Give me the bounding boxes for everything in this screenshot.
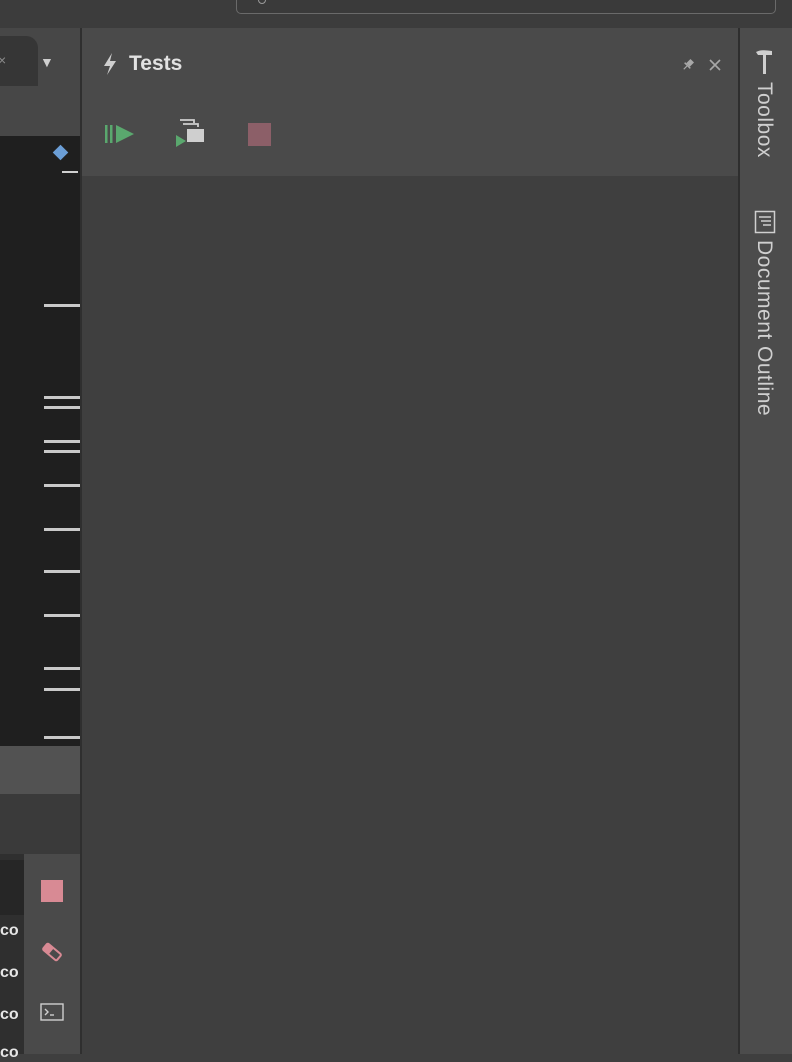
console-line: co	[0, 1006, 19, 1023]
terminal-icon[interactable]	[40, 1003, 64, 1021]
console-line: co	[0, 922, 19, 939]
clear-console-icon[interactable]	[40, 942, 64, 962]
close-icon[interactable]	[708, 58, 722, 72]
stop-icon[interactable]	[41, 880, 63, 902]
scroll-marker	[44, 406, 80, 409]
tab-dropdown-icon[interactable]: ▼	[40, 54, 54, 70]
run-all-tests-icon[interactable]	[104, 120, 136, 148]
document-outline-icon[interactable]	[754, 210, 776, 234]
pin-icon[interactable]	[681, 58, 695, 72]
scroll-marker	[44, 736, 80, 739]
scroll-marker	[44, 528, 80, 531]
run-selected-tests-icon[interactable]	[172, 118, 208, 150]
hammer-icon[interactable]	[752, 48, 778, 76]
toolbox-tab[interactable]: Toolbox	[752, 82, 776, 158]
panel-title: Tests	[129, 52, 183, 75]
tests-panel-body	[82, 176, 738, 1054]
console-line: co	[0, 964, 19, 981]
scroll-marker	[44, 450, 80, 453]
toolwindow-strip	[740, 28, 792, 1054]
scroll-marker	[44, 688, 80, 691]
stop-tests-button[interactable]	[248, 123, 271, 146]
tests-panel-header	[82, 28, 738, 176]
scroll-marker	[44, 396, 80, 399]
scroll-marker	[44, 304, 80, 307]
scroll-marker	[44, 440, 80, 443]
debug-bar	[0, 794, 80, 854]
console-line: co	[0, 1044, 19, 1061]
scroll-marker	[44, 570, 80, 573]
scroll-marker	[62, 171, 78, 173]
scroll-marker	[44, 484, 80, 487]
search-input[interactable]	[236, 0, 776, 14]
editor-status-bar	[0, 746, 80, 794]
scroll-marker	[44, 667, 80, 670]
scroll-marker	[44, 614, 80, 617]
bolt-icon	[104, 53, 116, 75]
tab-close-icon[interactable]: ×	[0, 52, 6, 68]
document-outline-tab[interactable]: Document Outline	[752, 240, 776, 416]
console-header	[0, 860, 24, 915]
